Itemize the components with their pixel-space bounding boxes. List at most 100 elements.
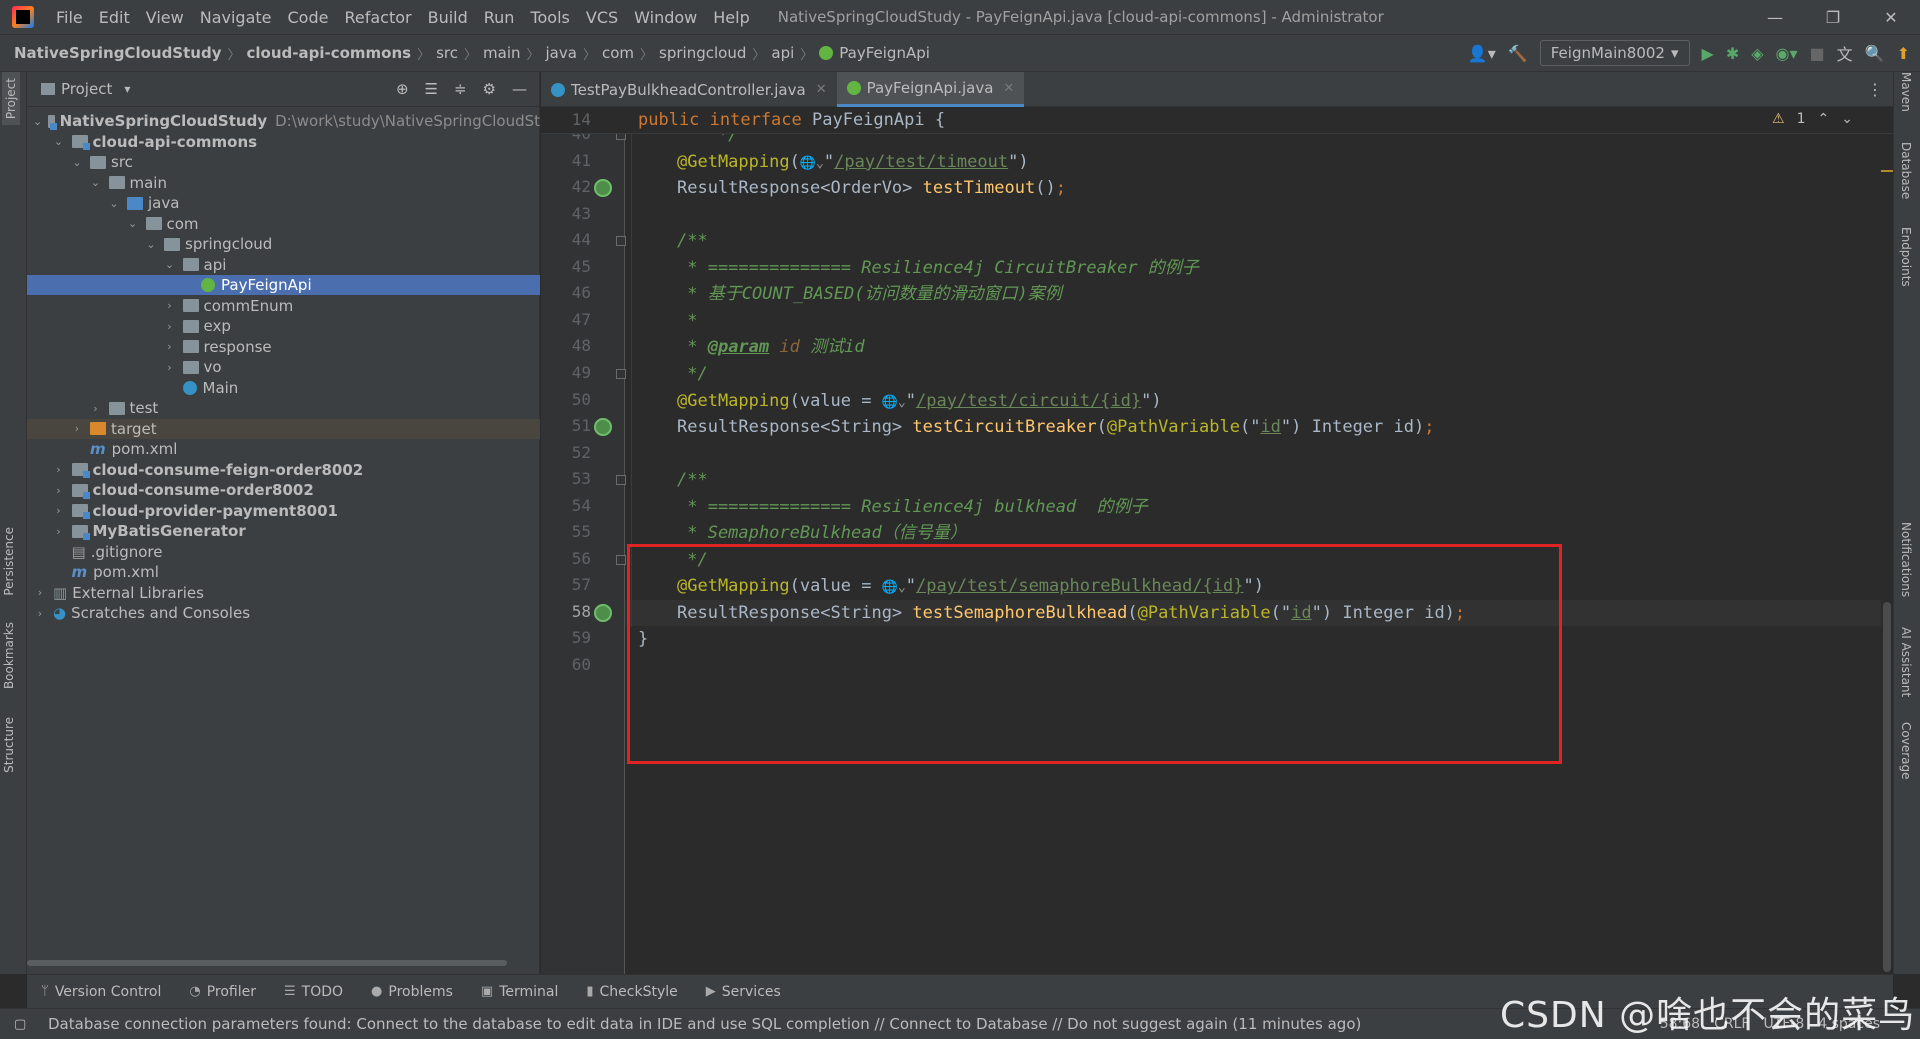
coverage-icon[interactable]: ◈ [1751, 44, 1763, 63]
tree-node[interactable]: ⌄ cloud-api-commons [27, 132, 540, 152]
debug-icon[interactable]: ✱ [1726, 44, 1739, 63]
tree-node[interactable]: › target [27, 418, 540, 439]
project-horizontal-scrollbar[interactable] [27, 960, 507, 966]
tool-tab-endpoints[interactable]: Endpoints [1899, 227, 1913, 287]
chevron-down-icon[interactable]: ▾ [124, 82, 130, 96]
fold-marker-icon[interactable] [616, 236, 626, 247]
menu-item-run[interactable]: Run [476, 0, 523, 35]
build-hammer-icon[interactable]: 🔨 [1508, 44, 1528, 63]
code-line[interactable]: ResultResponse<OrderVo> testTimeout(); [626, 175, 1881, 201]
run-configuration-select[interactable]: FeignMain8002 ▾ [1539, 40, 1690, 66]
hide-icon[interactable]: — [512, 80, 527, 98]
collapsed-arrow-icon[interactable]: › [163, 320, 177, 333]
editor-tab[interactable]: PayFeignApi.java ✕ [836, 72, 1025, 107]
collapsed-arrow-icon[interactable]: › [163, 299, 177, 312]
editor-tab[interactable]: TestPayBulkheadController.java ✕ [541, 72, 837, 107]
collapsed-arrow-icon[interactable]: › [70, 422, 84, 435]
code-line[interactable]: @GetMapping(🌐⌄"/pay/test/timeout") [626, 149, 1881, 175]
breadcrumb-item[interactable]: main [483, 44, 520, 62]
tree-node[interactable]: ⌄ com [27, 214, 540, 234]
implemented-marker-icon[interactable] [594, 603, 612, 622]
locate-icon[interactable]: ⊕ [396, 80, 409, 98]
tree-node[interactable]: › response [27, 337, 540, 357]
expand-all-icon[interactable]: ☰ [425, 80, 438, 98]
expanded-arrow-icon[interactable]: ⌄ [70, 156, 84, 169]
code-line[interactable] [626, 202, 1881, 228]
tab-menu-icon[interactable]: ⋮ [1857, 72, 1893, 106]
menu-item-code[interactable]: Code [280, 0, 337, 35]
collapsed-arrow-icon[interactable]: › [52, 525, 66, 538]
tree-node[interactable]: ⌄ springcloud [27, 234, 540, 254]
search-icon[interactable]: 🔍 [1865, 44, 1885, 63]
tree-node[interactable]: Main [27, 378, 540, 398]
tree-node[interactable]: › exp [27, 316, 540, 336]
sticky-line[interactable]: 14 public interface PayFeignApi { ⚠ 1 ⌃ … [541, 107, 1893, 134]
tool-tab-coverage[interactable]: Coverage [1899, 722, 1913, 780]
code-line[interactable] [626, 441, 1881, 467]
tool-window-terminal[interactable]: ▣ Terminal [467, 984, 572, 1000]
tool-tab-ai-assistant[interactable]: AI Assistant [1899, 627, 1913, 697]
tool-window-todo[interactable]: ☰ TODO [270, 984, 357, 1000]
code-line[interactable]: * ============== Resilience4j bulkhead 的… [626, 494, 1881, 520]
breadcrumb-item[interactable]: springcloud [659, 44, 746, 62]
gear-icon[interactable]: ⚙ [483, 80, 496, 98]
code-line[interactable]: * SemaphoreBulkhead（信号量） [626, 520, 1881, 546]
collapsed-arrow-icon[interactable]: › [52, 463, 66, 476]
fold-marker-icon[interactable] [616, 475, 626, 486]
tree-node[interactable]: ⌄ NativeSpringCloudStudy D:\work\study\Nat… [27, 111, 540, 131]
menu-item-vcs[interactable]: VCS [578, 0, 626, 35]
tree-node[interactable]: › test [27, 398, 540, 418]
scrollbar-thumb[interactable] [1883, 602, 1891, 972]
close-icon[interactable]: ✕ [816, 82, 827, 97]
tool-window-problems[interactable]: ● Problems [357, 984, 467, 1000]
inspection-widget[interactable]: ⚠ 1 ⌃ ⌄ [1772, 111, 1853, 127]
tree-node[interactable]: › cloud-provider-payment8001 [27, 501, 540, 521]
translate-icon[interactable]: 文 [1837, 41, 1853, 65]
collapsed-arrow-icon[interactable]: › [163, 361, 177, 374]
status-message[interactable]: Database connection parameters found: Co… [48, 1015, 1361, 1033]
collapse-all-icon[interactable]: ≑ [454, 80, 467, 98]
run-icon[interactable]: ▶ [1702, 44, 1714, 63]
code-editor[interactable]: */@GetMapping(🌐⌄"/pay/test/timeout") Resu… [626, 107, 1881, 974]
tree-node[interactable]: ⌄ java [27, 193, 540, 213]
collapsed-arrow-icon[interactable]: › [163, 340, 177, 353]
menu-item-file[interactable]: File [48, 0, 91, 35]
implemented-marker-icon[interactable] [594, 418, 612, 437]
tree-node[interactable]: m pom.xml [27, 439, 540, 459]
menu-item-tools[interactable]: Tools [522, 0, 577, 35]
tree-node[interactable]: › vo [27, 357, 540, 377]
code-line[interactable]: * ============== Resilience4j CircuitBre… [626, 255, 1881, 281]
breadcrumb-item[interactable]: cloud-api-commons [247, 44, 412, 62]
tree-node[interactable]: PayFeignApi [27, 275, 540, 295]
warning-marker[interactable] [1881, 170, 1893, 172]
tree-node[interactable]: ⌄ main [27, 173, 540, 193]
expanded-arrow-icon[interactable]: ⌄ [163, 258, 177, 271]
stop-icon[interactable]: ■ [1810, 44, 1825, 63]
code-line[interactable]: * 基于COUNT_BASED(访问数量的滑动窗口)案例 [626, 281, 1881, 307]
breadcrumb-item[interactable]: PayFeignApi [839, 44, 930, 62]
code-line[interactable]: @GetMapping(value = 🌐⌄"/pay/test/circuit… [626, 388, 1881, 414]
menu-item-build[interactable]: Build [420, 0, 476, 35]
url-globe-icon[interactable]: 🌐⌄ [882, 395, 906, 410]
tree-node[interactable]: › ◕ Scratches and Consoles [27, 603, 540, 623]
menu-item-edit[interactable]: Edit [91, 0, 138, 35]
menu-item-navigate[interactable]: Navigate [192, 0, 280, 35]
project-panel-title[interactable]: Project [61, 80, 112, 98]
fold-marker-icon[interactable] [616, 368, 626, 379]
tool-window-services[interactable]: ▶ Services [692, 984, 795, 1000]
tool-window-checkstyle[interactable]: ▮ CheckStyle [572, 984, 691, 1000]
minimize-button[interactable]: — [1746, 0, 1804, 35]
tree-node[interactable]: › cloud-consume-order8002 [27, 480, 540, 500]
breadcrumb-item[interactable]: src [436, 44, 458, 62]
collapsed-arrow-icon[interactable]: › [33, 607, 47, 620]
tree-node[interactable]: ⌄ src [27, 152, 540, 172]
code-line[interactable]: /** [626, 467, 1881, 493]
tool-tab-project[interactable]: Project [2, 72, 20, 126]
previous-highlight-icon[interactable]: ⌃ [1818, 111, 1830, 127]
collapsed-arrow-icon[interactable]: › [89, 402, 103, 415]
tree-node[interactable]: › commEnum [27, 296, 540, 316]
menu-item-window[interactable]: Window [626, 0, 705, 35]
update-icon[interactable]: ⬆ [1897, 44, 1910, 63]
tool-tab-persistence[interactable]: Persistence [2, 527, 16, 596]
tool-tab-database[interactable]: Database [1899, 142, 1913, 199]
